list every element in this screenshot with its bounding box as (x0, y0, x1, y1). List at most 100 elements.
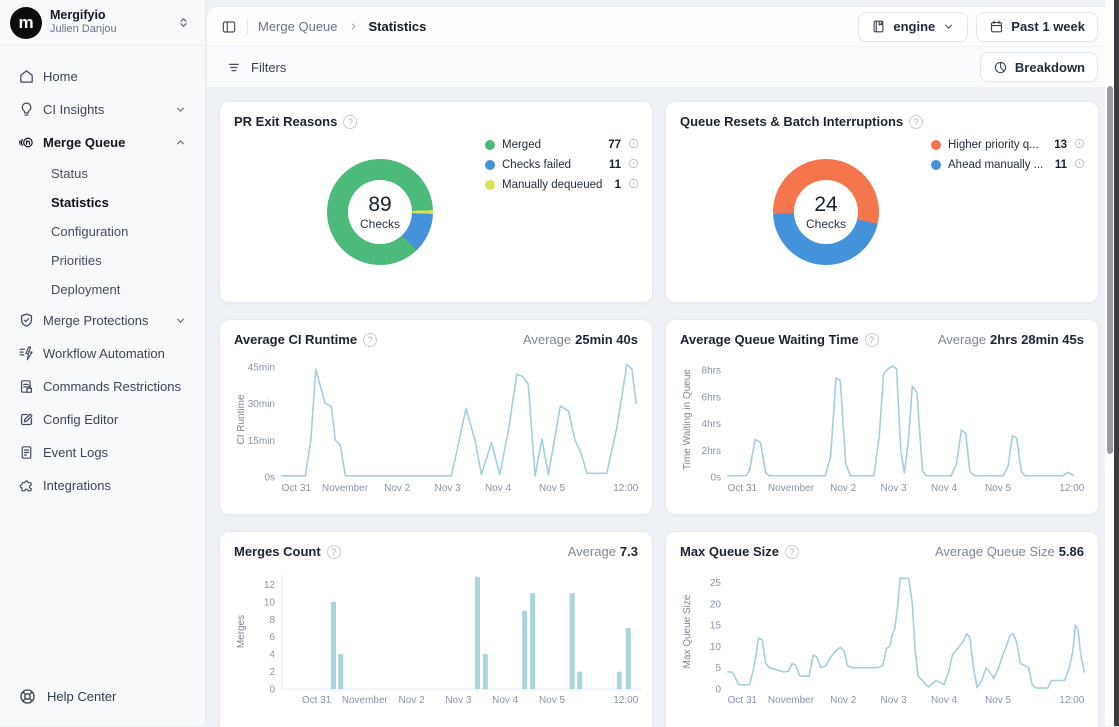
svg-text:Nov 5: Nov 5 (985, 483, 1012, 494)
date-range-button[interactable]: Past 1 week (976, 12, 1098, 42)
sidebar-item-integrations[interactable]: Integrations (10, 469, 195, 501)
breadcrumb-parent[interactable]: Merge Queue (258, 19, 338, 34)
legend-row[interactable]: Checks failed11 (485, 155, 639, 175)
chevron-down-icon (174, 103, 187, 116)
legend-value: 11 (609, 159, 621, 171)
sidebar-item-home[interactable]: Home (10, 60, 195, 92)
workflow-bolt-icon (18, 345, 35, 362)
line-chart-queue-waiting[interactable]: Time Waiting in Queue0s2hrs4hrs6hrs8hrsO… (680, 356, 1084, 501)
line-chart-ci-runtime[interactable]: CI Runtime0s15min30min45minOct 31Novembe… (234, 356, 638, 501)
breakdown-button[interactable]: Breakdown (980, 52, 1098, 82)
help-tooltip-icon[interactable] (363, 333, 377, 347)
svg-text:0: 0 (269, 685, 275, 696)
chevron-down-icon (942, 20, 955, 33)
sidebar-item-event-logs[interactable]: Event Logs (10, 436, 195, 468)
svg-text:10: 10 (264, 597, 276, 608)
sidebar-item-label: Workflow Automation (43, 346, 165, 361)
sidebar-item-merge-protections[interactable]: Merge Protections (10, 304, 195, 336)
card-title: Merges Count (234, 544, 321, 559)
sidebar-nav: Home CI Insights Merge Queue Status Stat… (0, 46, 205, 687)
window-edge (1114, 0, 1119, 726)
help-tooltip-icon[interactable] (785, 545, 799, 559)
sidebar-item-label: Integrations (43, 478, 111, 493)
svg-text:Merges: Merges (236, 615, 247, 648)
chart-legend: Merged 77 Checks failed11Manually dequeued… (485, 135, 639, 195)
legend-value: 11 (1055, 159, 1067, 171)
svg-text:November: November (342, 695, 389, 706)
help-center-link[interactable]: Help Center (0, 687, 205, 726)
average-value: Average2hrs 28min 45s (938, 332, 1084, 347)
legend-dot (485, 160, 495, 170)
sidebar-subitem-status[interactable]: Status (10, 159, 195, 187)
scrollbar-thumb[interactable] (1107, 86, 1113, 454)
sidebar-item-commands-restrictions[interactable]: Commands Restrictions (10, 370, 195, 402)
chevron-up-icon (174, 136, 187, 149)
svg-text:12:00: 12:00 (613, 695, 638, 706)
help-tooltip-icon[interactable] (865, 333, 879, 347)
svg-text:6hrs: 6hrs (702, 392, 721, 403)
account-switcher[interactable]: m Mergifyio Julien Danjou (0, 0, 205, 46)
legend-row[interactable]: Ahead manually ...11 (931, 155, 1085, 175)
card-title: Average CI Runtime (234, 332, 357, 347)
card-title: Max Queue Size (680, 544, 779, 559)
sidebar-subitem-deployment[interactable]: Deployment (10, 275, 195, 303)
sidebar-item-label: Config Editor (43, 412, 118, 427)
svg-text:0s: 0s (264, 473, 275, 484)
filters-label: Filters (251, 60, 286, 75)
legend-row[interactable]: Manually dequeued1 (485, 175, 639, 195)
repository-icon (871, 19, 886, 34)
card-merges-count: Merges Count Average7.3 Merges024681012O… (219, 531, 653, 727)
filter-icon (227, 60, 242, 75)
card-title: PR Exit Reasons (234, 114, 337, 129)
donut-center-label: Checks (360, 217, 400, 231)
help-tooltip-icon[interactable] (909, 115, 923, 129)
unfold-icon (176, 15, 191, 30)
sidebar-item-config-editor[interactable]: Config Editor (10, 403, 195, 435)
svg-text:Nov 3: Nov 3 (445, 695, 472, 706)
bar-chart-merges-count[interactable]: Merges024681012Oct 31NovemberNov 2Nov 3N… (234, 568, 638, 713)
svg-text:Nov 2: Nov 2 (830, 483, 857, 494)
svg-text:Oct 31: Oct 31 (282, 483, 312, 494)
sidebar-item-ci-insights[interactable]: CI Insights (10, 93, 195, 125)
svg-text:4hrs: 4hrs (702, 419, 721, 430)
svg-text:12:00: 12:00 (1059, 695, 1084, 706)
sidebar-item-label: Commands Restrictions (43, 379, 181, 394)
card-title: Queue Resets & Batch Interruptions (680, 114, 903, 129)
sidebar-subitem-statistics[interactable]: Statistics (10, 188, 195, 216)
sidebar-item-label: Home (43, 69, 78, 84)
chart-svg: Merges024681012Oct 31NovemberNov 2Nov 3N… (234, 568, 644, 708)
breadcrumb-chevron-icon (348, 21, 359, 32)
legend-label: Merged (502, 139, 601, 151)
clock-icon[interactable] (628, 156, 639, 174)
donut-chart-pr-exit-reasons[interactable]: 89 Checks (327, 159, 433, 265)
svg-text:Nov 3: Nov 3 (881, 695, 908, 706)
document-icon (18, 444, 35, 461)
filters-button[interactable]: Filters (219, 52, 294, 82)
donut-chart-queue-resets[interactable]: 24 Checks (773, 159, 879, 265)
breadcrumb-current: Statistics (369, 19, 427, 34)
sidebar-item-merge-queue[interactable]: Merge Queue (10, 126, 195, 158)
clock-icon[interactable] (1074, 136, 1085, 154)
repository-select[interactable]: engine (858, 12, 968, 42)
svg-text:Nov 4: Nov 4 (485, 483, 512, 494)
legend-row[interactable]: Higher priority q...13 (931, 135, 1085, 155)
legend-value: 77 (608, 139, 621, 151)
svg-text:15: 15 (710, 621, 722, 632)
home-icon (18, 68, 35, 85)
sidebar-subitem-configuration[interactable]: Configuration (10, 217, 195, 245)
sidebar-item-workflow-automation[interactable]: Workflow Automation (10, 337, 195, 369)
legend-row[interactable]: Merged 77 (485, 135, 639, 155)
help-tooltip-icon[interactable] (327, 545, 341, 559)
svg-text:November: November (322, 483, 369, 494)
svg-text:4: 4 (269, 650, 275, 661)
sidebar-subitem-priorities[interactable]: Priorities (10, 246, 195, 274)
clock-icon[interactable] (628, 176, 639, 194)
card-queue-resets: Queue Resets & Batch Interruptions 24 Ch… (665, 101, 1099, 303)
user-name: Julien Danjou (50, 23, 168, 37)
sidebar-toggle-icon[interactable] (221, 19, 237, 35)
donut-center-value: 89 (368, 193, 391, 216)
help-tooltip-icon[interactable] (343, 115, 357, 129)
clock-icon[interactable] (628, 136, 639, 154)
clock-icon[interactable] (1074, 156, 1085, 174)
line-chart-max-queue-size[interactable]: Max Queue Size0510152025Oct 31NovemberNo… (680, 568, 1084, 713)
